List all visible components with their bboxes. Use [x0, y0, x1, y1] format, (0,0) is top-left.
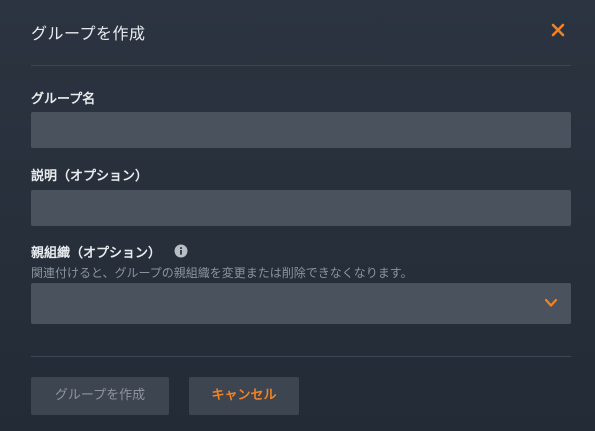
dialog-header: グループを作成	[31, 0, 571, 66]
parent-org-select[interactable]	[31, 283, 571, 324]
group-name-input[interactable]	[31, 112, 571, 148]
create-group-dialog: グループを作成 グループ名 説明（オプション） 親組織（オプション） 関連付ける…	[0, 0, 595, 431]
chevron-down-icon	[544, 298, 558, 307]
dialog-title: グループを作成	[31, 24, 146, 43]
create-group-button[interactable]: グループを作成	[31, 377, 169, 415]
description-input[interactable]	[31, 190, 571, 226]
cancel-button[interactable]: キャンセル	[189, 377, 299, 415]
footer-divider	[31, 356, 571, 357]
description-label: 説明（オプション）	[31, 169, 149, 184]
parent-org-label: 親組織（オプション）	[31, 246, 162, 261]
parent-org-help-text: 関連付けると、グループの親組織を変更または削除できなくなります。	[31, 266, 413, 280]
close-icon	[551, 23, 565, 37]
close-button[interactable]	[548, 20, 568, 40]
info-icon[interactable]	[174, 244, 188, 258]
group-name-label: グループ名	[31, 92, 96, 107]
